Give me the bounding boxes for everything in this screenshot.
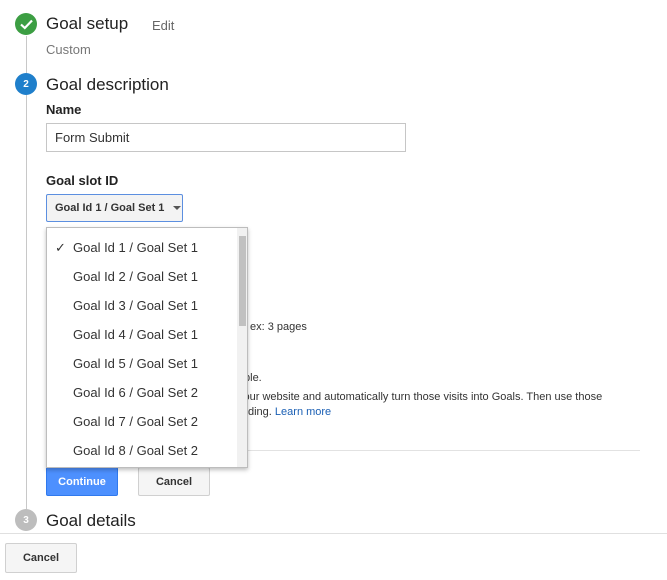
goal-slot-option-label: Goal Id 4 / Goal Set 1: [73, 327, 199, 342]
smart-goals-description: your website and automatically turn thos…: [238, 391, 603, 403]
goal-slot-option[interactable]: Goal Id 8 / Goal Set 2: [47, 436, 237, 465]
goal-slot-option[interactable]: Goal Id 4 / Goal Set 1: [47, 320, 237, 349]
goal-setup-summary: Custom: [46, 42, 91, 57]
step-complete-check-icon: [15, 13, 37, 35]
goal-slot-option-label: Goal Id 3 / Goal Set 1: [73, 298, 199, 313]
smart-goals-description-2: ding. Learn more: [248, 406, 331, 418]
goal-slot-option-label: Goal Id 5 / Goal Set 1: [73, 356, 199, 371]
step-connector-line: [26, 36, 27, 74]
dropdown-scrollbar[interactable]: [237, 228, 247, 467]
chevron-down-icon: [173, 206, 182, 210]
goal-slot-option[interactable]: Goal Id 7 / Goal Set 2: [47, 407, 237, 436]
goal-slot-option-label: Goal Id 7 / Goal Set 2: [73, 414, 199, 429]
step-number: 3: [23, 514, 29, 526]
goal-name-input[interactable]: [46, 123, 406, 152]
goal-slot-option[interactable]: Goal Id 6 / Goal Set 2: [47, 378, 237, 407]
cancel-button[interactable]: Cancel: [5, 543, 77, 573]
goal-slot-select[interactable]: Goal Id 1 / Goal Set 1: [46, 194, 183, 222]
continue-button[interactable]: Continue: [46, 467, 118, 496]
step-number-2-icon: 2: [15, 73, 37, 95]
step-number: 2: [23, 78, 29, 90]
goal-slot-option-label: Goal Id 2 / Goal Set 1: [73, 269, 199, 284]
step-title-goal-details: Goal details: [46, 511, 136, 530]
goal-slot-option-label: Goal Id 8 / Goal Set 2: [73, 443, 199, 458]
step-connector-line: [26, 95, 27, 509]
name-label: Name: [46, 102, 82, 117]
step-title-goal-description: Goal description: [46, 75, 169, 94]
goal-slot-selected-value: Goal Id 1 / Goal Set 1: [55, 202, 165, 214]
cancel-step-button[interactable]: Cancel: [138, 467, 210, 496]
goal-slot-option-label: Goal Id 6 / Goal Set 2: [73, 385, 199, 400]
step-title-goal-setup: Goal setup: [46, 14, 129, 33]
goal-slot-option[interactable]: ✓ Goal Id 1 / Goal Set 1: [47, 233, 237, 262]
scrollbar-thumb[interactable]: [239, 236, 246, 326]
goal-slot-option-label: Goal Id 1 / Goal Set 1: [73, 240, 199, 255]
smart-goals-text: ding.: [248, 406, 272, 418]
goal-slot-option[interactable]: Goal Id 3 / Goal Set 1: [47, 291, 237, 320]
goal-slot-dropdown-list: ✓ Goal Id 1 / Goal Set 1 Goal Id 2 / Goa…: [46, 227, 248, 468]
goal-slot-option[interactable]: Goal Id 2 / Goal Set 1: [47, 262, 237, 291]
bottom-divider: [0, 533, 667, 534]
edit-goal-setup-link[interactable]: Edit: [152, 18, 174, 33]
learn-more-link[interactable]: Learn more: [275, 406, 331, 418]
step-number-3-icon: 3: [15, 509, 37, 531]
goal-slot-option[interactable]: Goal Id 5 / Goal Set 1: [47, 349, 237, 378]
goal-slot-label: Goal slot ID: [46, 173, 119, 188]
checkmark-icon: ✓: [55, 239, 66, 255]
pages-hint: ex: 3 pages: [250, 321, 307, 333]
